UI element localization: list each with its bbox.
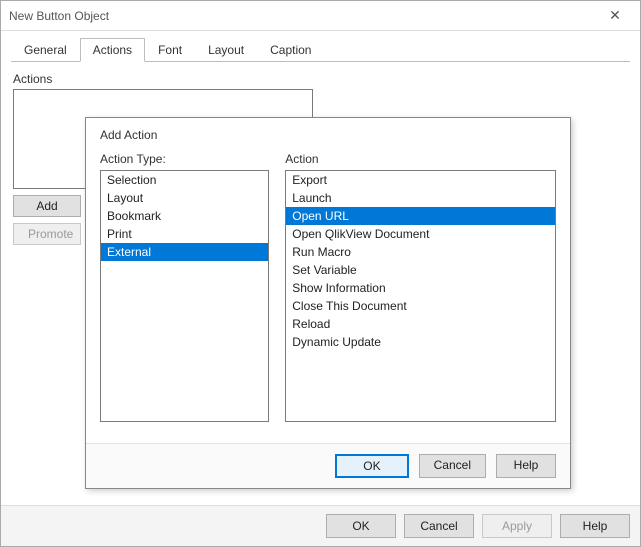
cancel-button[interactable]: Cancel: [404, 514, 474, 538]
list-item[interactable]: Open QlikView Document: [286, 225, 555, 243]
list-item[interactable]: Show Information: [286, 279, 555, 297]
list-item[interactable]: Selection: [101, 171, 268, 189]
list-item[interactable]: External: [101, 243, 268, 261]
list-item[interactable]: Reload: [286, 315, 555, 333]
list-item[interactable]: Bookmark: [101, 207, 268, 225]
list-item[interactable]: Print: [101, 225, 268, 243]
tab-general[interactable]: General: [11, 38, 80, 62]
list-item[interactable]: Layout: [101, 189, 268, 207]
tab-caption[interactable]: Caption: [257, 38, 324, 62]
add-action-dialog: Add Action Action Type: SelectionLayoutB…: [85, 117, 571, 489]
add-button[interactable]: Add: [13, 195, 81, 217]
list-item[interactable]: Set Variable: [286, 261, 555, 279]
help-button[interactable]: Help: [560, 514, 630, 538]
add-action-title: Add Action: [100, 128, 556, 142]
list-item[interactable]: Close This Document: [286, 297, 555, 315]
apply-button: Apply: [482, 514, 552, 538]
close-icon[interactable]: ✕: [598, 7, 632, 24]
tab-strip: GeneralActionsFontLayoutCaption: [11, 37, 630, 62]
actions-label: Actions: [13, 72, 628, 86]
tab-layout[interactable]: Layout: [195, 38, 257, 62]
add-action-footer: OK Cancel Help: [86, 443, 570, 488]
action-type-label: Action Type:: [100, 152, 269, 166]
dialog-body: GeneralActionsFontLayoutCaption Actions …: [1, 31, 640, 505]
list-item[interactable]: Dynamic Update: [286, 333, 555, 351]
modal-cancel-button[interactable]: Cancel: [419, 454, 486, 478]
modal-help-button[interactable]: Help: [496, 454, 556, 478]
titlebar: New Button Object ✕: [1, 1, 640, 31]
ok-button[interactable]: OK: [326, 514, 396, 538]
action-label: Action: [285, 152, 556, 166]
list-item[interactable]: Open URL: [286, 207, 555, 225]
tab-actions[interactable]: Actions: [80, 38, 145, 62]
window-title: New Button Object: [9, 9, 109, 23]
modal-ok-button[interactable]: OK: [335, 454, 408, 478]
add-action-body: Add Action Action Type: SelectionLayoutB…: [86, 118, 570, 443]
action-listbox[interactable]: ExportLaunchOpen URLOpen QlikView Docume…: [285, 170, 556, 422]
list-item[interactable]: Launch: [286, 189, 555, 207]
promote-button: Promote: [13, 223, 81, 245]
list-item[interactable]: Export: [286, 171, 555, 189]
dialog-footer: OK Cancel Apply Help: [1, 505, 640, 546]
action-type-listbox[interactable]: SelectionLayoutBookmarkPrintExternal: [100, 170, 269, 422]
list-item[interactable]: Run Macro: [286, 243, 555, 261]
new-button-object-dialog: New Button Object ✕ GeneralActionsFontLa…: [0, 0, 641, 547]
tab-font[interactable]: Font: [145, 38, 195, 62]
